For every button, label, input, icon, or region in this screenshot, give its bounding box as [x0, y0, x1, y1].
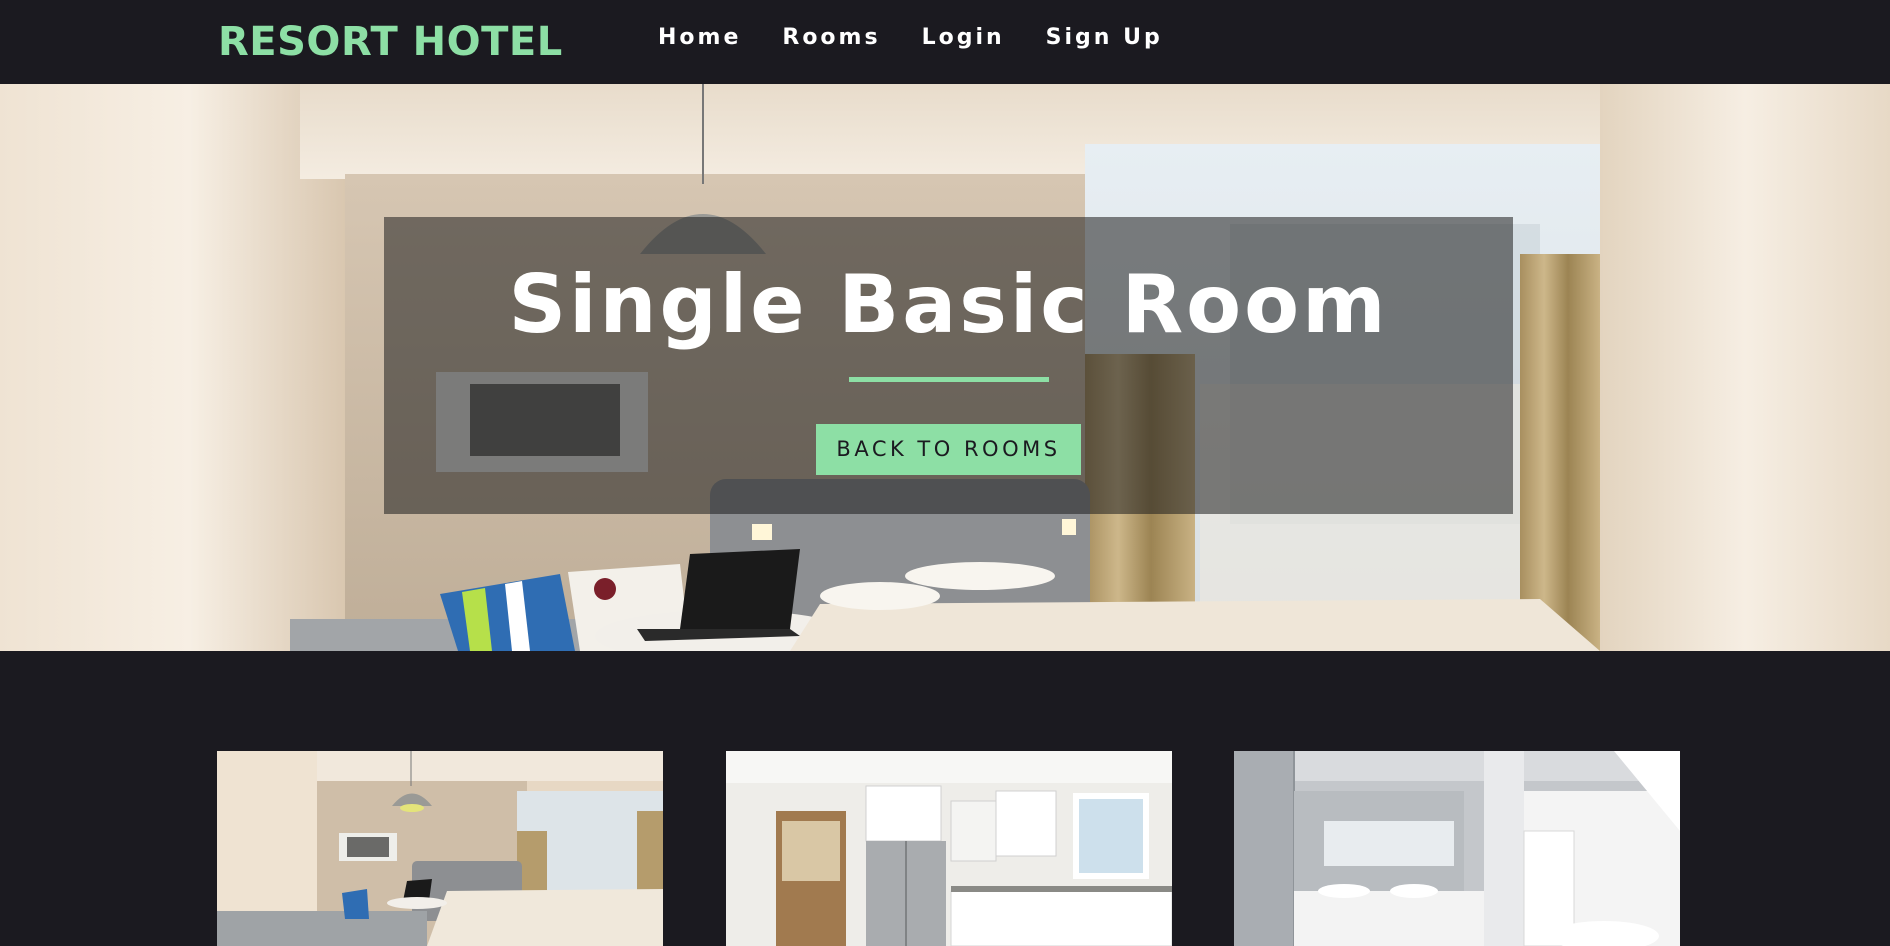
kitchen-photo — [726, 751, 1172, 946]
navbar: RESORT HOTEL Home Rooms Login Sign Up — [0, 0, 1890, 84]
nav-link-sign-up[interactable]: Sign Up — [1046, 22, 1163, 54]
back-to-rooms-button[interactable]: BACK TO ROOMS — [816, 424, 1081, 475]
nav-link-home[interactable]: Home — [658, 22, 741, 54]
nav-link-rooms[interactable]: Rooms — [782, 22, 880, 54]
nav-link-login[interactable]: Login — [922, 22, 1005, 54]
hero-section: Single Basic Room BACK TO ROOMS — [0, 84, 1890, 651]
bedroom-photo — [217, 751, 663, 946]
room-gallery — [0, 651, 1890, 946]
bathroom-photo — [1234, 751, 1680, 946]
site-logo[interactable]: RESORT HOTEL — [218, 18, 563, 66]
nav-links: Home Rooms Login Sign Up — [658, 22, 1163, 54]
title-underline — [849, 377, 1049, 382]
room-title: Single Basic Room — [508, 258, 1389, 351]
hero-banner: Single Basic Room BACK TO ROOMS — [384, 217, 1513, 514]
